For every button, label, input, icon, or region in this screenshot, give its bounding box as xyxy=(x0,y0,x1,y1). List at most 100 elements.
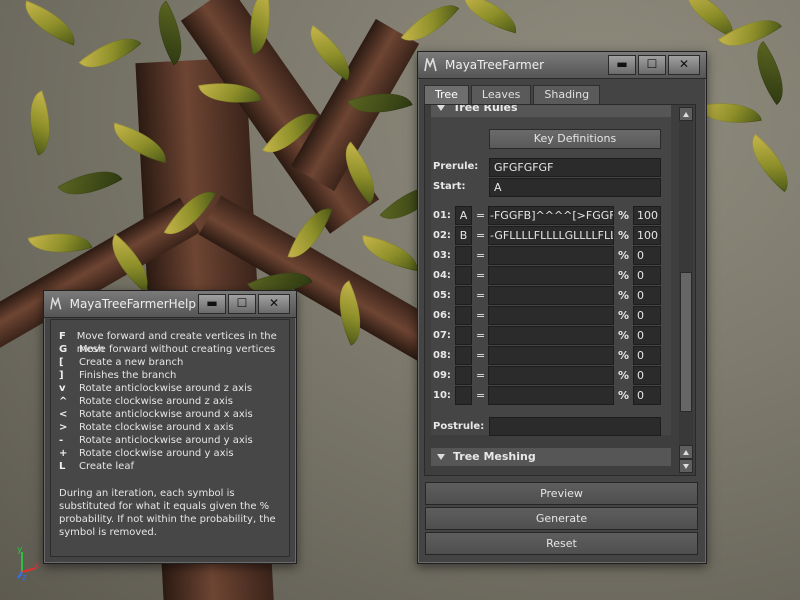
minimize-icon: ▬ xyxy=(206,296,218,310)
rule-symbol-field[interactable] xyxy=(455,286,472,305)
maximize-button[interactable]: ☐ xyxy=(228,294,256,314)
key-description: Rotate anticlockwise around x axis xyxy=(79,409,253,420)
rule-field[interactable] xyxy=(488,366,614,385)
equals-sign: = xyxy=(476,309,486,322)
axis-z-label: z xyxy=(22,573,27,580)
axis-gizmo-icon: y x z xyxy=(17,546,40,580)
rule-probability-field[interactable]: 0 xyxy=(633,266,661,285)
rule-probability-field[interactable]: 0 xyxy=(633,326,661,345)
scroll-up-arrow-icon[interactable] xyxy=(679,107,693,121)
rule-symbol-field[interactable] xyxy=(455,266,472,285)
leaf xyxy=(717,5,783,61)
rule-field[interactable] xyxy=(488,326,614,345)
scroll-up-arrow-icon[interactable] xyxy=(679,445,693,459)
close-button[interactable]: ✕ xyxy=(258,294,290,314)
rule-row: 08: = % 0 xyxy=(431,346,671,366)
rule-symbol-field[interactable]: A xyxy=(455,206,472,225)
axis-y-label: y xyxy=(17,546,23,555)
key-row: L Create leaf xyxy=(59,460,281,473)
rule-row: 03: = % 0 xyxy=(431,246,671,266)
rule-field[interactable]: -GFLLLLFLLLLGLLLLFLLLB] xyxy=(488,226,614,245)
key-row: > Rotate clockwise around x axis xyxy=(59,421,281,434)
rule-symbol-field[interactable]: B xyxy=(455,226,472,245)
key-definitions-button[interactable]: Key Definitions xyxy=(489,129,661,149)
rule-probability-field[interactable]: 0 xyxy=(633,366,661,385)
maximize-button[interactable]: ☐ xyxy=(638,55,666,75)
rule-number: 03: xyxy=(433,250,451,261)
start-field[interactable]: A xyxy=(489,178,661,197)
prerule-field[interactable]: GFGFGFGF xyxy=(489,158,661,177)
rule-number: 06: xyxy=(433,310,451,321)
percent-sign: % xyxy=(618,269,630,282)
rule-symbol-field[interactable] xyxy=(455,326,472,345)
key-description: Rotate clockwise around z axis xyxy=(79,396,233,407)
rule-field[interactable]: -FGGFB]^^^^[>FGGFB] xyxy=(488,206,614,225)
rule-row: 05: = % 0 xyxy=(431,286,671,306)
tree-meshing-header[interactable]: Tree Meshing xyxy=(431,448,671,466)
key-row: ] Finishes the branch xyxy=(59,369,281,382)
rule-row: 07: = % 0 xyxy=(431,326,671,346)
rule-field[interactable] xyxy=(488,246,614,265)
key-symbol: ] xyxy=(59,370,64,381)
minimize-button[interactable]: ▬ xyxy=(608,55,636,75)
rule-probability-field[interactable]: 0 xyxy=(633,346,661,365)
key-symbol: < xyxy=(59,409,68,420)
rule-probability-field[interactable]: 0 xyxy=(633,306,661,325)
rule-probability-field[interactable]: 0 xyxy=(633,246,661,265)
minimize-button[interactable]: ▬ xyxy=(198,294,226,314)
scroll-down-arrow-icon[interactable] xyxy=(679,459,693,473)
rule-number: 09: xyxy=(433,370,451,381)
rule-symbol-field[interactable] xyxy=(455,306,472,325)
scroll-thumb[interactable] xyxy=(680,272,692,412)
generate-button[interactable]: Generate xyxy=(425,507,698,530)
tab-shading[interactable]: Shading xyxy=(533,85,601,104)
axis-x-label: x xyxy=(34,561,40,571)
minimize-icon: ▬ xyxy=(616,57,628,71)
key-description: Move forward and create vertices in the … xyxy=(76,331,277,355)
preview-button[interactable]: Preview xyxy=(425,482,698,505)
equals-sign: = xyxy=(476,269,486,282)
rule-field[interactable] xyxy=(488,266,614,285)
rule-symbol-field[interactable] xyxy=(455,246,472,265)
tree-tab-panel: Tree Rules Key Definitions Prerule: GFGF… xyxy=(424,104,696,476)
postrule-label: Postrule: xyxy=(433,421,485,432)
tree-meshing-title: Tree Meshing xyxy=(453,450,536,463)
key-description: Rotate anticlockwise around y axis xyxy=(79,435,253,446)
help-titlebar[interactable]: MayaTreeFarmerHelp ▬ ☐ ✕ xyxy=(44,291,296,318)
rule-probability-field[interactable]: 100 xyxy=(633,226,661,245)
postrule-field[interactable] xyxy=(489,417,661,436)
tab-leaves[interactable]: Leaves xyxy=(470,85,532,104)
panel-scrollbar[interactable] xyxy=(679,107,693,473)
rule-field[interactable] xyxy=(488,386,614,405)
rule-probability-field[interactable]: 0 xyxy=(633,286,661,305)
percent-sign: % xyxy=(618,389,630,402)
percent-sign: % xyxy=(618,209,630,222)
key-description: Finishes the branch xyxy=(79,370,177,381)
key-description: Create a new branch xyxy=(79,357,184,368)
rule-field[interactable] xyxy=(488,306,614,325)
tree-rules-header[interactable]: Tree Rules xyxy=(431,105,671,117)
rule-symbol-field[interactable] xyxy=(455,386,472,405)
maximize-icon: ☐ xyxy=(236,296,248,310)
leaf xyxy=(143,0,197,66)
rule-number: 02: xyxy=(433,230,451,241)
main-titlebar[interactable]: MayaTreeFarmer ▬ ☐ ✕ xyxy=(418,52,706,79)
rule-number: 08: xyxy=(433,350,451,361)
tab-tree[interactable]: Tree xyxy=(424,85,469,104)
rule-probability-field[interactable]: 0 xyxy=(633,386,661,405)
prerule-label: Prerule: xyxy=(433,161,479,172)
close-button[interactable]: ✕ xyxy=(668,55,700,75)
rule-row: 10: = % 0 xyxy=(431,386,671,406)
key-symbol: > xyxy=(59,422,68,433)
rule-field[interactable] xyxy=(488,286,614,305)
rule-symbol-field[interactable] xyxy=(455,346,472,365)
rule-symbol-field[interactable] xyxy=(455,366,472,385)
key-row: ^ Rotate clockwise around z axis xyxy=(59,395,281,408)
rule-field[interactable] xyxy=(488,346,614,365)
leaf xyxy=(78,23,142,83)
reset-button[interactable]: Reset xyxy=(425,532,698,555)
key-description: Rotate clockwise around y axis xyxy=(79,448,234,459)
key-symbol: [ xyxy=(59,357,64,368)
key-description: Rotate anticlockwise around z axis xyxy=(79,383,253,394)
rule-probability-field[interactable]: 100 xyxy=(633,206,661,225)
